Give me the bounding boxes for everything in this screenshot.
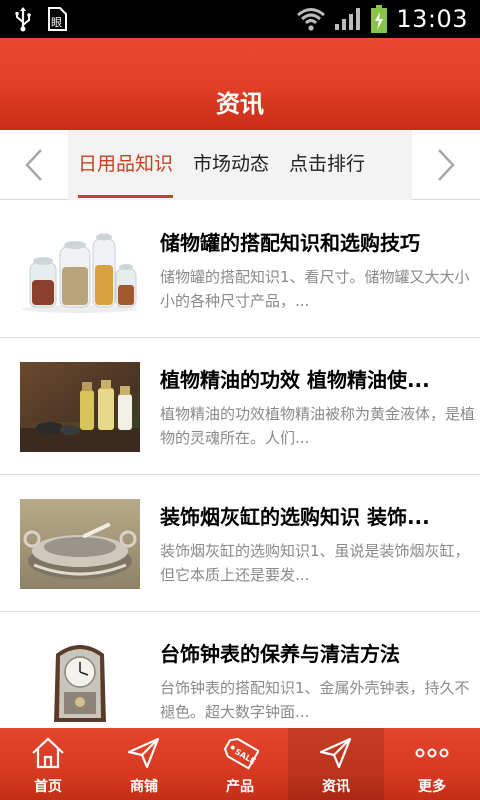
battery-charging-icon [371,5,388,33]
svg-text:SALE: SALE [233,747,257,766]
tab-daily-goods[interactable]: 日用品知识 [68,130,183,200]
chevron-right-icon [438,149,455,181]
list-item[interactable]: 储物罐的搭配知识和选购技巧 储物罐的搭配知识1、看尺寸。储物罐又大大小小的各种尺… [0,201,480,338]
send-icon [319,737,352,769]
article-title: 植物精油的功效 植物精油使... [160,368,430,392]
bottom-navigation: 首页 商铺 SALE 产品 资讯 更多 [0,728,480,800]
nav-home[interactable]: 首页 [0,728,96,800]
tab-strip: 日用品知识 市场动态 点击排行 [68,130,412,200]
send-icon [127,737,160,769]
essential-oil-thumbnail [20,362,140,452]
article-summary: 植物精油的功效植物精油被称为黄金液体，是植物的灵魂所在。人们... [160,405,476,447]
signal-icon [335,8,361,30]
glass-jars-thumbnail [20,225,140,315]
article-title: 台饰钟表的保养与清洁方法 [160,642,400,666]
article-title: 装饰烟灰缸的选购知识 装饰... [160,505,430,529]
more-dots-icon [415,748,449,758]
wifi-icon [297,8,326,31]
nav-shops[interactable]: 商铺 [96,728,192,800]
ashtray-thumbnail [20,499,140,589]
article-title: 储物罐的搭配知识和选购技巧 [160,231,420,255]
article-summary: 台饰钟表的搭配知识1、金属外壳钟表，持久不褪色。超大数字钟面... [160,679,470,721]
article-list: 储物罐的搭配知识和选购技巧 储物罐的搭配知识1、看尺寸。储物罐又大大小小的各种尺… [0,201,480,749]
home-icon [32,737,64,769]
tab-market-news[interactable]: 市场动态 [183,130,279,200]
list-item[interactable]: 装饰烟灰缸的选购知识 装饰... 装饰烟灰缸的选购知识1、虽说是装饰烟灰缸，但它… [0,475,480,612]
nav-more[interactable]: 更多 [384,728,480,800]
sim-card-icon: 眼 [48,7,67,31]
app-header: 资讯 [0,38,480,130]
nav-news[interactable]: 资讯 [288,728,384,800]
clock: 13:03 [396,5,468,33]
nav-products[interactable]: SALE 产品 [192,728,288,800]
tab-scroll-right-button[interactable] [412,130,480,200]
svg-text:眼: 眼 [51,16,62,29]
table-clock-thumbnail [20,636,140,726]
sale-tag-icon: SALE [223,737,259,770]
page-title: 资讯 [216,90,264,118]
usb-icon [15,7,31,32]
category-tab-bar: 日用品知识 市场动态 点击排行 [0,130,480,200]
list-item[interactable]: 植物精油的功效 植物精油使... 植物精油的功效植物精油被称为黄金液体，是植物的… [0,338,480,475]
article-summary: 装饰烟灰缸的选购知识1、虽说是装饰烟灰缸，但它本质上还是要发... [160,542,470,584]
tab-click-ranking[interactable]: 点击排行 [279,130,375,200]
status-bar: 眼 13:03 [0,0,480,38]
article-summary: 储物罐的搭配知识1、看尺寸。储物罐又大大小小的各种尺寸产品，... [160,268,470,310]
tab-scroll-left-button[interactable] [0,130,68,200]
chevron-left-icon [25,149,42,181]
